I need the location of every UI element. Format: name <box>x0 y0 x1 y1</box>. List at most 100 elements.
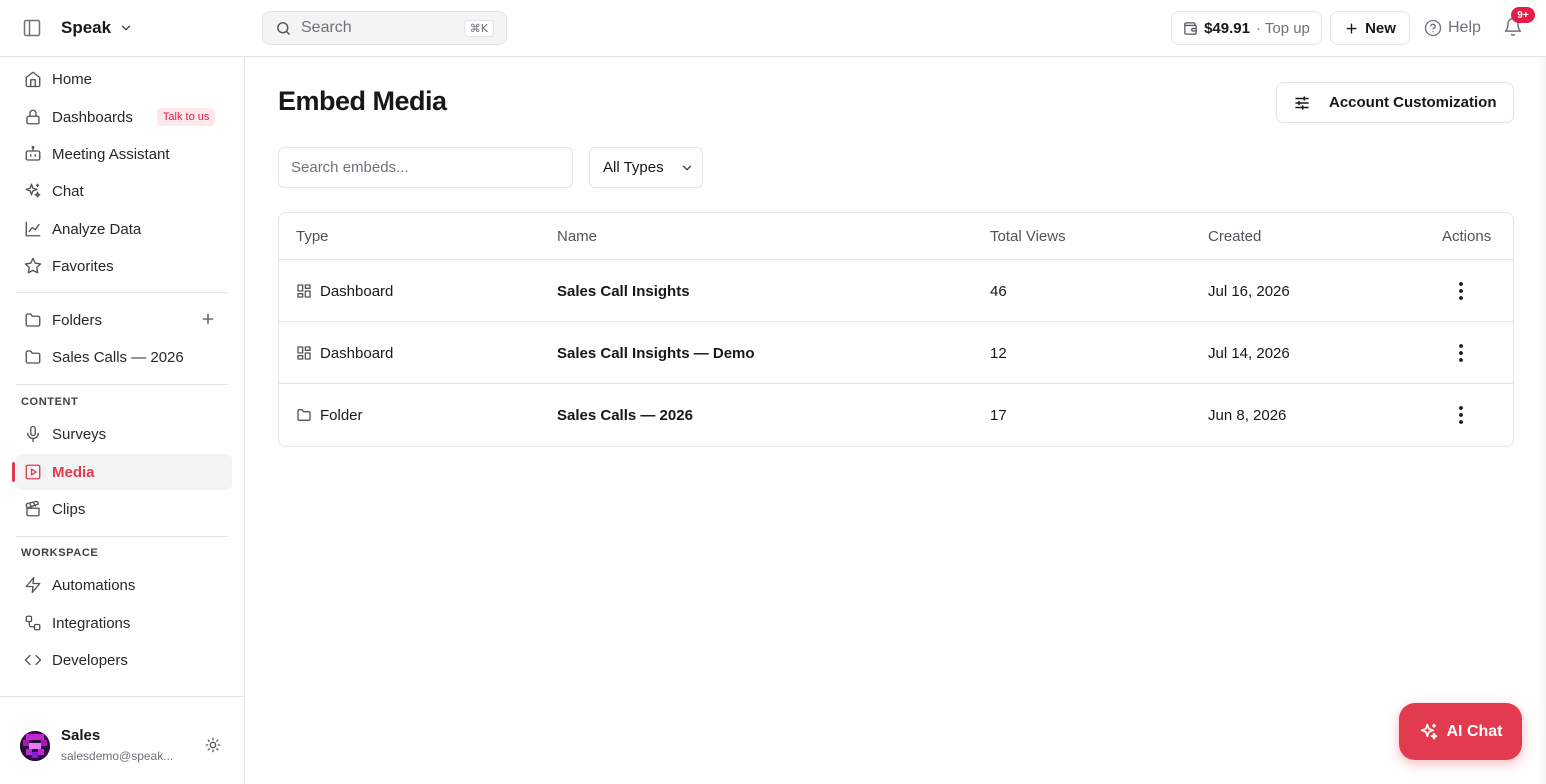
sidebar-item-label: Integrations <box>52 614 131 632</box>
sidebar-item-label: Media <box>52 463 95 481</box>
ai-chat-label: AI Chat <box>1446 722 1503 740</box>
type-label: Folder <box>320 406 363 424</box>
sidebar-divider <box>16 384 228 385</box>
plus-icon <box>1344 21 1359 36</box>
sidebar-item-automations[interactable]: Automations <box>16 567 232 603</box>
user-email: salesdemo@speak... <box>61 749 174 763</box>
type-label: Dashboard <box>320 344 394 362</box>
created-cell: Jun 8, 2026 <box>1208 406 1287 424</box>
video-icon <box>24 463 42 481</box>
sidebar-item-label: Chat <box>52 182 84 200</box>
views-cell: 12 <box>990 344 1007 362</box>
created-cell: Jul 14, 2026 <box>1208 344 1290 362</box>
table-row[interactable]: Dashboard Sales Call Insights 46 Jul 16,… <box>279 260 1513 322</box>
sidebar-item-clips[interactable]: Clips <box>16 491 232 527</box>
sidebar-item-surveys[interactable]: Surveys <box>16 416 232 452</box>
help-label: Help <box>1448 19 1481 36</box>
sidebar-item-label: Developers <box>52 651 128 669</box>
global-search[interactable]: Search ⌘K <box>262 11 507 45</box>
name-cell[interactable]: Sales Call Insights <box>557 260 690 322</box>
type-cell: Dashboard <box>296 260 393 322</box>
sidebar-item-media[interactable]: Media <box>16 454 232 490</box>
search-icon <box>275 20 292 37</box>
sidebar-item-label: Automations <box>52 576 136 594</box>
sidebar-item-meeting-assistant[interactable]: Meeting Assistant <box>16 136 232 172</box>
type-cell: Dashboard <box>296 322 393 384</box>
help-circle-icon <box>1424 19 1442 37</box>
talk-to-us-badge[interactable]: Talk to us <box>156 108 216 126</box>
more-vertical-icon[interactable] <box>1449 322 1473 384</box>
name-cell[interactable]: Sales Calls — 2026 <box>557 384 693 446</box>
search-placeholder: Search <box>301 19 352 36</box>
sidebar-item-chat[interactable]: Chat <box>16 173 232 209</box>
wallet-icon <box>1183 21 1198 36</box>
add-folder-icon[interactable] <box>200 311 218 329</box>
sidebar-item-label: Clips <box>52 500 86 518</box>
sparkles-icon <box>24 182 42 200</box>
user-profile[interactable]: Sales salesdemo@speak... <box>0 696 244 784</box>
help-button[interactable]: Help <box>1424 15 1481 41</box>
new-button[interactable]: New <box>1330 11 1410 45</box>
notification-count-badge: 9+ <box>1511 7 1535 23</box>
sidebar-item-label: Home <box>52 70 93 88</box>
content-heading: CONTENT <box>21 396 79 408</box>
name-cell[interactable]: Sales Call Insights — Demo <box>557 322 755 384</box>
folder-icon <box>24 311 42 329</box>
column-header-actions: Actions <box>1442 228 1492 245</box>
clapperboard-icon <box>24 500 42 518</box>
dashboard-icon <box>296 283 312 299</box>
ai-chat-button[interactable]: AI Chat <box>1399 703 1522 760</box>
type-filter-value: All Types <box>603 159 664 176</box>
workspace-switcher[interactable]: Speak <box>61 16 133 40</box>
views-cell: 46 <box>990 282 1007 300</box>
type-filter-select[interactable]: All Types <box>589 147 703 188</box>
account-customization-button[interactable]: Account Customization <box>1276 82 1514 123</box>
embed-search-input[interactable] <box>278 147 573 188</box>
dashboard-icon <box>296 345 312 361</box>
user-name: Sales <box>61 727 101 744</box>
sidebar-item-label: Favorites <box>52 257 114 275</box>
sidebar-item-developers[interactable]: Developers <box>16 642 232 678</box>
credit-topup-button[interactable]: $49.91 · Top up <box>1171 11 1322 45</box>
sidebar-toggle-icon[interactable] <box>22 18 42 38</box>
bot-icon <box>24 145 42 163</box>
column-header-total-views: Total Views <box>990 228 1066 245</box>
column-header-name: Name <box>557 228 598 245</box>
sidebar-item-favorites[interactable]: Favorites <box>16 248 232 284</box>
sidebar-item-label: Folders <box>52 311 103 329</box>
credit-amount: $49.91 <box>1204 19 1250 37</box>
microphone-icon <box>24 425 42 443</box>
star-icon <box>24 257 42 275</box>
new-button-label: New <box>1365 19 1396 37</box>
sidebar-item-label: Dashboards <box>52 108 133 126</box>
chevron-down-icon <box>119 21 133 35</box>
folder-icon <box>24 348 42 366</box>
sidebar-item-analyze-data[interactable]: Analyze Data <box>16 211 232 247</box>
sidebar-item-label: Sales Calls — 2026 <box>52 348 184 366</box>
chart-line-icon <box>24 220 42 238</box>
sliders-icon <box>1293 94 1311 112</box>
sidebar-item-sales-calls-folder[interactable]: Sales Calls — 2026 <box>16 339 232 375</box>
workspace-heading: WORKSPACE <box>21 547 99 559</box>
sidebar-item-integrations[interactable]: Integrations <box>16 605 232 641</box>
active-indicator <box>12 462 15 482</box>
sidebar-item-home[interactable]: Home <box>16 61 232 97</box>
type-label: Dashboard <box>320 282 394 300</box>
more-vertical-icon[interactable] <box>1449 260 1473 322</box>
sun-icon[interactable] <box>205 737 221 753</box>
account-customization-label: Account Customization <box>1329 94 1497 111</box>
home-icon <box>24 70 42 88</box>
more-vertical-icon[interactable] <box>1449 384 1473 446</box>
table-row[interactable]: Folder Sales Calls — 2026 17 Jun 8, 2026 <box>279 384 1513 446</box>
search-shortcut: ⌘K <box>463 19 494 37</box>
sparkles-icon <box>1419 722 1439 742</box>
workspace-name: Speak <box>61 18 112 37</box>
created-cell: Jul 16, 2026 <box>1208 282 1290 300</box>
sidebar-item-label: Surveys <box>52 425 107 443</box>
lock-icon <box>24 108 42 126</box>
type-cell: Folder <box>296 384 363 446</box>
folder-icon <box>296 407 312 423</box>
table-row[interactable]: Dashboard Sales Call Insights — Demo 12 … <box>279 322 1513 384</box>
sidebar-item-label: Analyze Data <box>52 220 142 238</box>
sidebar-item-dashboards[interactable]: Dashboards Talk to us <box>16 99 232 135</box>
